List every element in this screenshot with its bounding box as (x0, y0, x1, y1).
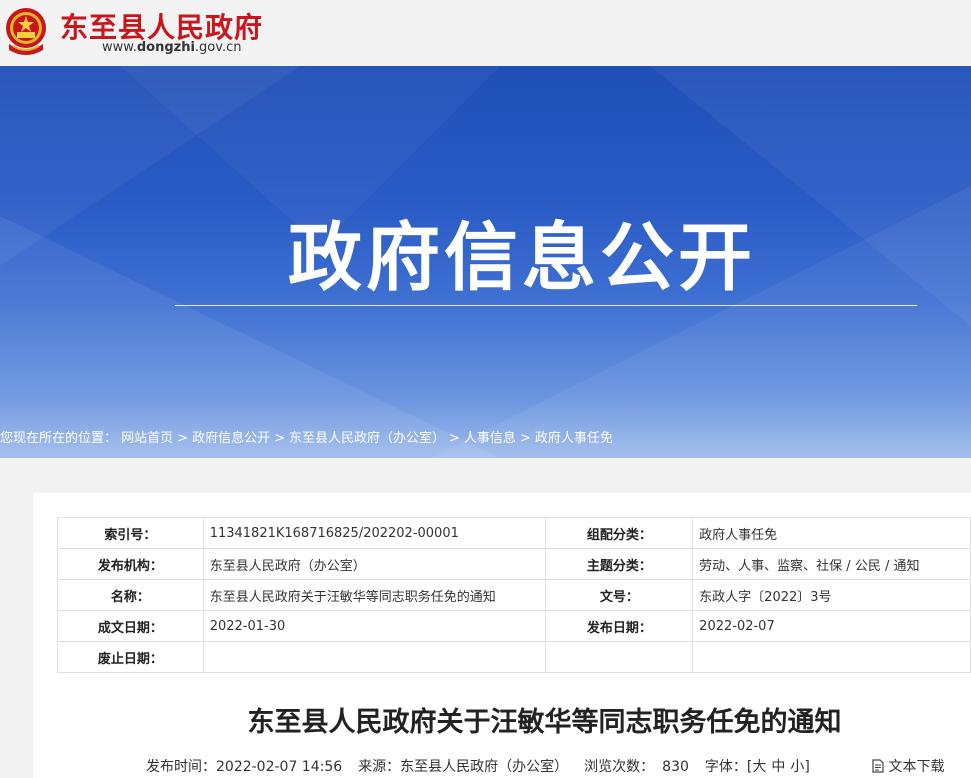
font-medium-button[interactable]: 中 (771, 756, 785, 776)
publisher-label: 发布机构： (57, 548, 204, 580)
doc-number-value: 东政人字〔2022〕3号 (692, 579, 971, 611)
document-icon (872, 759, 884, 773)
topic-value: 劳动、人事、监察、社保 / 公民 / 通知 (692, 548, 971, 580)
site-url[interactable]: www.dongzhi.gov.cn (102, 40, 241, 55)
category-label: 组配分类： (545, 517, 694, 549)
table-row: 名称： 东至县人民政府关于汪敏华等同志职务任免的通知 文号： 东政人字〔2022… (57, 579, 971, 611)
banner-divider (175, 305, 917, 306)
breadcrumb-home[interactable]: 网站首页 (121, 431, 173, 446)
url-prefix: www. (102, 40, 137, 55)
table-row: 发布机构： 东至县人民政府（办公室） 主题分类： 劳动、人事、监察、社保 / 公… (57, 548, 971, 580)
views-label: 浏览次数： (584, 759, 655, 775)
category-value: 政府人事任免 (692, 517, 971, 549)
font-small-button[interactable]: 小 (790, 756, 804, 776)
doc-number-label: 文号： (545, 579, 694, 611)
info-table: 索引号： 11341821K168716825/202202-00001 组配分… (57, 517, 971, 673)
national-emblem-icon (6, 8, 46, 55)
publisher-value: 东至县人民政府（办公室） (202, 548, 547, 580)
source-label: 来源： (358, 759, 401, 775)
banner-title: 政府信息公开 (288, 215, 756, 301)
publish-time-label: 发布时间： (146, 759, 216, 775)
download-button[interactable]: 文本下载 (872, 756, 944, 776)
views-count: 830 (662, 759, 689, 775)
breadcrumb-separator: > (274, 431, 285, 446)
breadcrumb-gov-info[interactable]: 政府信息公开 (192, 431, 270, 446)
topic-label: 主题分类： (545, 548, 694, 580)
table-row: 成文日期： 2022-01-30 发布日期： 2022-02-07 (57, 610, 971, 642)
expiry-date-value (202, 641, 547, 673)
breadcrumb-separator: > (449, 431, 460, 446)
name-value: 东至县人民政府关于汪敏华等同志职务任免的通知 (202, 579, 547, 611)
publish-time: 2022-02-07 14:56 (216, 759, 343, 775)
empty-cell (692, 641, 971, 673)
written-date-value: 2022-01-30 (202, 610, 547, 642)
font-bracket-close: ] (804, 759, 810, 775)
breadcrumb-appointments[interactable]: 政府人事任免 (535, 431, 613, 446)
breadcrumb-separator: > (519, 431, 531, 446)
breadcrumb-office[interactable]: 东至县人民政府（办公室） (289, 431, 445, 446)
source-value: 东至县人民政府（办公室） (400, 759, 569, 775)
table-row: 废止日期： (57, 641, 971, 673)
written-date-label: 成文日期： (57, 610, 204, 642)
empty-cell (545, 641, 694, 673)
banner: 政府信息公开 (0, 66, 971, 458)
index-value: 11341821K168716825/202202-00001 (202, 517, 547, 549)
article-title: 东至县人民政府关于汪敏华等同志职务任免的通知 (247, 707, 842, 738)
url-suffix: .gov.cn (194, 40, 242, 55)
name-label: 名称： (57, 579, 204, 611)
download-label: 文本下载 (888, 759, 945, 775)
index-label: 索引号： (57, 517, 204, 549)
article-info: 发布时间：2022-02-07 14:56 来源：东至县人民政府（办公室） 浏览次数… (146, 756, 810, 776)
breadcrumb-prefix: 您现在所在的位置： (0, 431, 118, 446)
table-row: 索引号： 11341821K168716825/202202-00001 组配分… (57, 517, 971, 549)
breadcrumb-separator: > (177, 431, 189, 446)
expiry-date-label: 废止日期： (57, 641, 204, 673)
font-size-label: 字体： (704, 759, 747, 775)
url-domain: dongzhi (136, 40, 195, 55)
font-large-button[interactable]: 大 (752, 756, 766, 776)
publish-date-value: 2022-02-07 (692, 610, 971, 642)
breadcrumb: 您现在所在的位置： 网站首页 > 政府信息公开 > 东至县人民政府（办公室） > 人事信息 >… (0, 427, 613, 446)
breadcrumb-personnel[interactable]: 人事信息 (464, 431, 516, 446)
publish-date-label: 发布日期： (545, 610, 694, 642)
header: 东至县人民政府 www.dongzhi.gov.cn (0, 0, 971, 66)
